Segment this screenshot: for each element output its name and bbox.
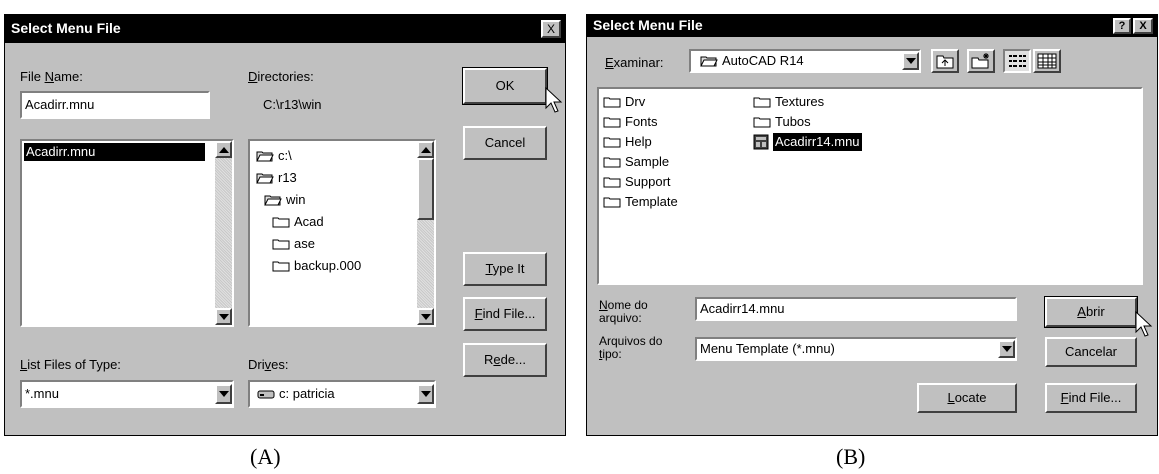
dialog-a-close-button[interactable]: X [541,20,561,38]
scroll-down-button[interactable] [215,308,232,325]
directory-tree[interactable]: c:\ r13 win Acad ase backup.000 [248,139,436,327]
dialog-a: Select Menu File X File Name: Acadirr.mn… [4,14,566,436]
list-item[interactable]: Help [603,133,652,151]
list-type-label: List Files of Type: [20,357,121,372]
find-file-button[interactable]: Find File... [1045,383,1137,413]
list-view-icon [1009,55,1026,67]
caption-a: (A) [250,444,281,469]
tree-item[interactable]: win [264,191,306,209]
new-folder-icon [971,53,989,69]
look-in-label: Examinar: [605,55,664,70]
cancelar-button[interactable]: Cancelar [1045,337,1137,367]
directories-label: Directories: [248,69,314,84]
scroll-up-button[interactable] [215,141,232,158]
folder-icon [603,97,621,108]
dialog-b: Select Menu File ? X Examinar: AutoCAD R… [586,14,1158,436]
chevron-down-icon[interactable] [998,340,1015,358]
folder-icon [603,197,621,208]
mouse-cursor-icon [1135,311,1153,337]
list-item[interactable]: Acadirr14.mnu [753,133,862,151]
drives-label: Drives: [248,357,289,372]
tree-item[interactable]: r13 [256,169,297,187]
up-folder-icon [936,55,954,69]
details-view-button[interactable] [1033,49,1061,73]
open-folder-icon [256,151,274,162]
list-item[interactable]: Tubos [753,113,811,131]
open-folder-icon [264,195,282,206]
open-folder-icon [700,56,718,67]
folder-icon [603,157,621,168]
file-type-select[interactable]: Menu Template (*.mnu) [695,337,1017,361]
scroll-down-button[interactable] [417,308,434,325]
help-icon: ? [1118,20,1126,32]
tree-item[interactable]: c:\ [256,147,292,165]
details-view-icon [1037,53,1057,69]
folder-icon [603,137,621,148]
file-list-scrollbar[interactable] [215,141,232,325]
tree-item[interactable]: backup.000 [272,257,361,275]
folder-icon [753,97,771,108]
caption-b: (B) [836,444,866,469]
menu-file-icon [753,134,769,150]
file-name-input[interactable]: Acadirr.mnu [20,91,210,119]
scroll-thumb[interactable] [417,158,434,220]
drives-select[interactable]: c: patricia [248,380,436,408]
scroll-up-button[interactable] [417,141,434,158]
chevron-down-icon[interactable] [215,384,232,404]
directory-scrollbar[interactable] [417,141,434,325]
folder-icon [272,261,290,272]
file-name-label: File Name: [20,69,83,84]
list-item[interactable]: Sample [603,153,669,171]
dialog-a-title: Select Menu File [11,20,121,36]
up-folder-button[interactable] [931,49,959,73]
folder-icon [272,239,290,250]
new-folder-button[interactable] [967,49,995,73]
rede-button[interactable]: Rede... [463,343,547,377]
ok-button[interactable]: OK [462,67,548,105]
folder-icon [603,177,621,188]
find-file-button[interactable]: Find File... [463,297,547,331]
dialog-a-titlebar: Select Menu File [5,15,565,43]
folder-icon [603,117,621,128]
type-it-button[interactable]: Type It [463,252,547,286]
help-button[interactable]: ? [1113,18,1131,34]
list-item[interactable]: Acadirr.mnu [24,143,206,161]
file-type-select[interactable]: *.mnu [20,380,234,408]
file-pane[interactable]: Drv Fonts Help Sample Support Template T… [597,87,1143,285]
abrir-button[interactable]: Abrir [1044,296,1138,328]
locate-button[interactable]: Locate [917,383,1017,413]
list-item[interactable]: Textures [753,93,824,111]
chevron-down-icon[interactable] [417,384,434,404]
list-item[interactable]: Template [603,193,678,211]
drive-icon [257,390,275,399]
tree-item[interactable]: ase [272,235,315,253]
list-item[interactable]: Drv [603,93,645,111]
current-directory: C:\r13\win [263,97,322,112]
file-type-label: Arquivos do tipo: [599,334,663,361]
cancel-button[interactable]: Cancel [463,126,547,160]
folder-icon [753,117,771,128]
file-name-label: Nome do arquivo: [599,298,648,325]
dialog-b-title: Select Menu File [593,17,703,33]
file-list[interactable]: Acadirr.mnu [20,139,234,327]
list-view-button[interactable] [1003,49,1031,73]
dialog-b-titlebar: Select Menu File [587,15,1157,37]
look-in-select[interactable]: AutoCAD R14 [689,49,921,73]
mouse-cursor-icon [545,87,563,113]
dialog-b-close-button[interactable]: X [1133,18,1153,34]
list-item[interactable]: Fonts [603,113,658,131]
close-icon: X [546,22,555,36]
chevron-down-icon[interactable] [902,52,919,70]
close-icon: X [1139,20,1147,32]
list-item[interactable]: Support [603,173,671,191]
scroll-track [417,220,434,308]
tree-item[interactable]: Acad [272,213,324,231]
open-folder-icon [256,173,274,184]
folder-icon [272,217,290,228]
file-name-input[interactable]: Acadirr14.mnu [695,297,1017,321]
